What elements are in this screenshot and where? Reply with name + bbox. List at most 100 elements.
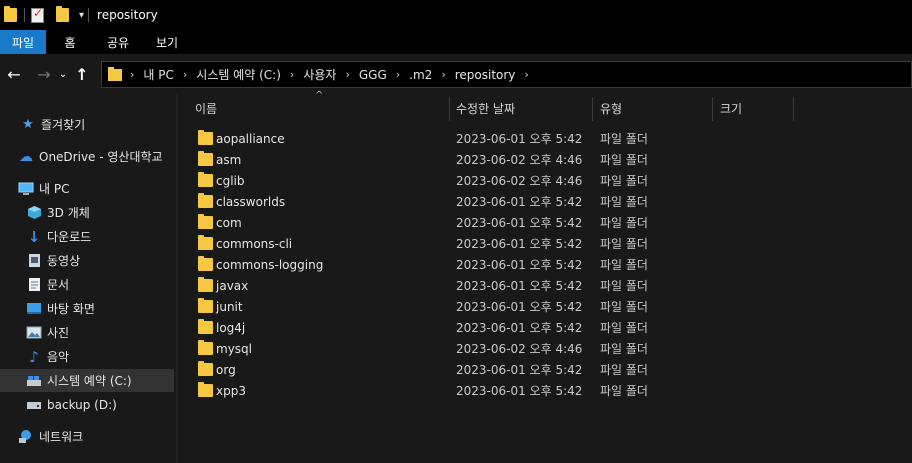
breadcrumb-ggg[interactable]: GGG [359,68,387,82]
file-date: 2023-06-02 오후 4:46 [456,153,583,167]
file-date: 2023-06-01 오후 5:42 [456,258,583,272]
sidebar-item-pictures[interactable]: 사진 [0,321,174,344]
table-row[interactable]: com 2023-06-01 오후 5:42 파일 폴더 [195,212,895,233]
folder-icon [198,298,213,313]
new-folder-icon[interactable] [56,6,69,22]
music-icon: ♪ [29,347,39,366]
column-header-size[interactable]: 크기 [720,94,742,122]
navigation-pane: ★ 즐겨찾기 ☁ OneDrive - 영산대학교 내 PC 3D 개체 ↓ 다… [0,94,176,463]
sidebar-item-d-drive[interactable]: backup (D:) [0,393,174,416]
sidebar-item-documents[interactable]: 문서 [0,273,174,296]
sidebar-item-label: 동영상 [47,254,81,268]
tab-share[interactable]: 공유 [94,30,142,54]
chevron-right-icon[interactable]: › [441,68,445,81]
breadcrumb-users[interactable]: 사용자 [303,66,336,83]
address-bar[interactable]: › 내 PC › 시스템 예약 (C:) › 사용자 › GGG › .m2 ›… [101,61,912,88]
column-divider[interactable] [449,97,450,121]
file-name: org [216,362,236,377]
sidebar-item-this-pc[interactable]: 내 PC [0,177,174,200]
table-row[interactable]: log4j 2023-06-01 오후 5:42 파일 폴더 [195,317,895,338]
window-title: repository [97,8,158,22]
folder-icon [198,277,213,292]
sidebar-item-onedrive[interactable]: ☁ OneDrive - 영산대학교 [0,145,174,168]
back-arrow-icon[interactable]: ← [3,62,25,86]
file-name: classworlds [216,194,286,209]
sidebar-item-downloads[interactable]: ↓ 다운로드 [0,225,174,248]
separator [24,8,25,22]
table-row[interactable]: asm 2023-06-02 오후 4:46 파일 폴더 [195,149,895,170]
sidebar-item-c-drive[interactable]: 시스템 예약 (C:) [0,369,174,392]
tab-home[interactable]: 홈 [46,30,94,54]
table-row[interactable]: commons-cli 2023-06-01 오후 5:42 파일 폴더 [195,233,895,254]
file-date: 2023-06-01 오후 5:42 [456,237,583,251]
file-date: 2023-06-01 오후 5:42 [456,279,583,293]
folder-icon [198,340,213,355]
file-date: 2023-06-01 오후 5:42 [456,300,583,314]
table-row[interactable]: javax 2023-06-01 오후 5:42 파일 폴더 [195,275,895,296]
file-type: 파일 폴더 [600,363,648,377]
column-divider[interactable] [712,97,713,121]
column-header-name[interactable]: 이름 [195,94,217,122]
file-list: ^ 이름 수정한 날짜 유형 크기 aopalliance 2023-06-01… [180,90,912,463]
table-row[interactable]: classworlds 2023-06-01 오후 5:42 파일 폴더 [195,191,895,212]
file-date: 2023-06-01 오후 5:42 [456,384,583,398]
column-divider[interactable] [592,97,593,121]
sidebar-item-music[interactable]: ♪ 음악 [0,345,174,368]
sidebar-item-desktop[interactable]: 바탕 화면 [0,297,174,320]
column-divider[interactable] [793,97,794,121]
pc-icon [18,181,34,197]
chevron-right-icon[interactable]: › [183,68,187,81]
folder-icon [198,172,213,187]
file-type: 파일 폴더 [600,237,648,251]
file-date: 2023-06-01 오후 5:42 [456,132,583,146]
customize-toolbar-icon[interactable]: ▾ [79,10,84,21]
chevron-right-icon[interactable]: › [345,68,349,81]
sidebar-item-network[interactable]: 네트워크 [0,425,174,448]
sidebar-item-label: 사진 [47,326,70,340]
properties-icon[interactable] [31,6,44,23]
breadcrumb-m2[interactable]: .m2 [409,68,432,82]
breadcrumb-repository[interactable]: repository [455,68,516,82]
sidebar-item-videos[interactable]: 동영상 [0,249,174,272]
sidebar-item-label: 3D 개체 [47,206,90,220]
chevron-right-icon[interactable]: › [130,68,134,81]
sidebar-item-label: 즐겨찾기 [41,118,86,132]
table-row[interactable]: commons-logging 2023-06-01 오후 5:42 파일 폴더 [195,254,895,275]
table-row[interactable]: aopalliance 2023-06-01 오후 5:42 파일 폴더 [195,128,895,149]
table-row[interactable]: mysql 2023-06-02 오후 4:46 파일 폴더 [195,338,895,359]
breadcrumb-this-pc[interactable]: 내 PC [143,66,173,83]
breadcrumb-c-drive[interactable]: 시스템 예약 (C:) [196,66,281,83]
sidebar-item-3d-objects[interactable]: 3D 개체 [0,201,174,224]
sidebar-item-label: OneDrive - 영산대학교 [39,150,163,164]
file-name: com [216,215,242,230]
forward-arrow-icon[interactable]: → [33,62,55,86]
table-row[interactable]: xpp3 2023-06-01 오후 5:42 파일 폴더 [195,380,895,401]
picture-icon [26,325,42,341]
star-icon: ★ [22,117,34,132]
sidebar-divider[interactable] [176,94,178,463]
file-name: cglib [216,173,245,188]
column-header-date[interactable]: 수정한 날짜 [456,94,515,122]
tab-view[interactable]: 보기 [142,30,192,54]
chevron-right-icon[interactable]: › [524,68,528,81]
chevron-right-icon[interactable]: › [290,68,294,81]
file-name: commons-cli [216,236,293,251]
recent-locations-chevron-icon[interactable]: ⌄ [55,62,71,86]
table-row[interactable]: cglib 2023-06-02 오후 4:46 파일 폴더 [195,170,895,191]
network-icon [18,429,34,445]
desktop-icon [26,301,42,317]
table-row[interactable]: junit 2023-06-01 오후 5:42 파일 폴더 [195,296,895,317]
file-type: 파일 폴더 [600,258,648,272]
table-row[interactable]: org 2023-06-01 오후 5:42 파일 폴더 [195,359,895,380]
sidebar-item-quick-access[interactable]: ★ 즐겨찾기 [0,113,174,136]
tab-file[interactable]: 파일 [0,30,46,54]
column-header-type[interactable]: 유형 [600,94,622,122]
chevron-right-icon[interactable]: › [396,68,400,81]
folder-icon [4,6,17,22]
sidebar-item-label: 네트워크 [39,430,84,444]
up-arrow-icon[interactable]: ↑ [71,62,93,86]
file-date: 2023-06-02 오후 4:46 [456,174,583,188]
sidebar-item-label: 음악 [47,350,70,364]
file-type: 파일 폴더 [600,384,648,398]
file-name: mysql [216,341,252,356]
